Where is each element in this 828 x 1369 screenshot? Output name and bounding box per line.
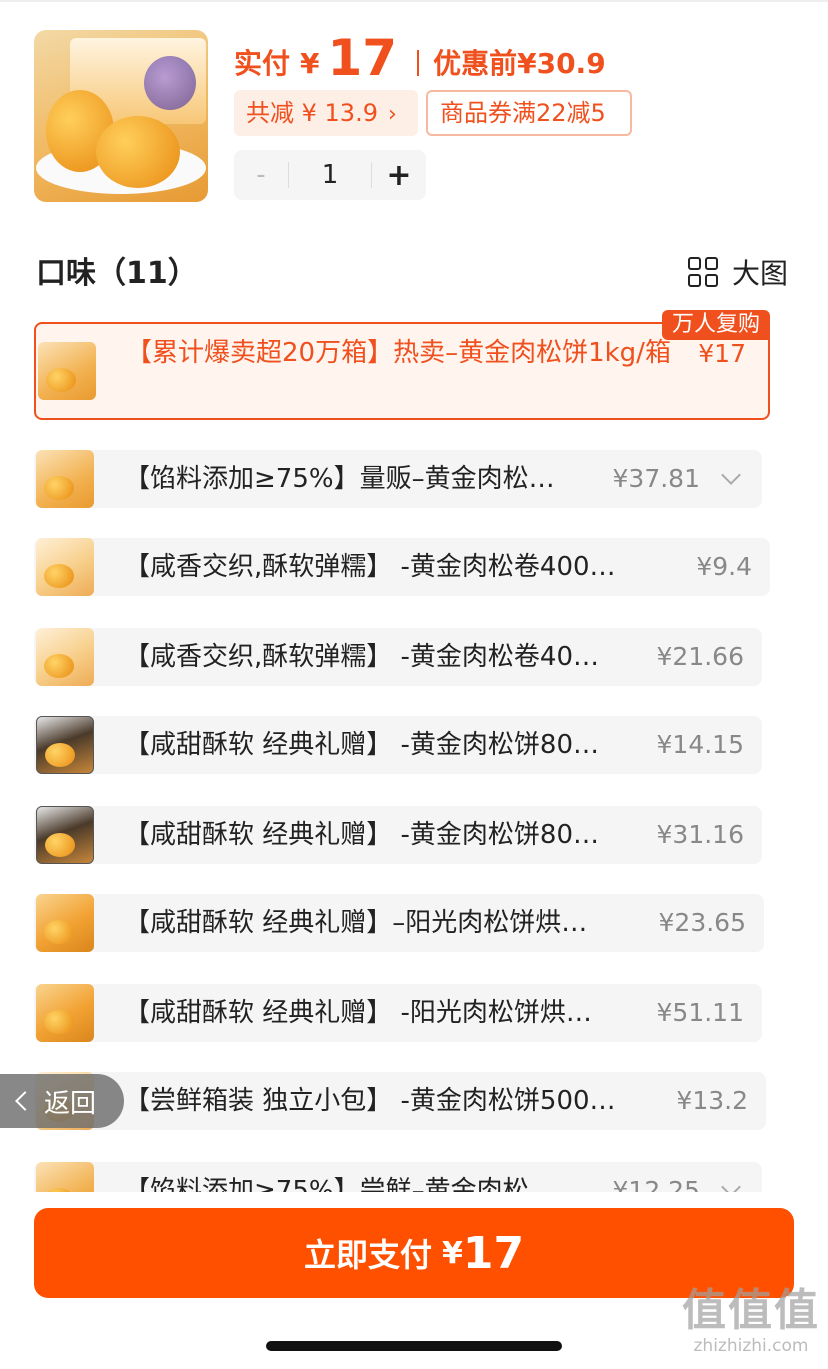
option-thumbnail bbox=[36, 450, 94, 508]
option-price: ¥31.16 bbox=[656, 820, 744, 849]
watermark-url: zhizhizhi.com bbox=[693, 1336, 809, 1356]
big-image-toggle[interactable]: 大图 bbox=[688, 252, 788, 292]
option-price: ¥13.2 bbox=[676, 1086, 748, 1115]
product-thumbnail[interactable] bbox=[34, 30, 208, 202]
option-price: ¥51.11 bbox=[656, 998, 744, 1027]
grid-icon bbox=[688, 257, 718, 287]
option-name: 【馅料添加≥75%】量贩–黄金肉松… bbox=[124, 464, 555, 494]
flavor-option[interactable]: 【咸甜酥软 经典礼赠】 -阳光肉松饼烘… ¥51.11 bbox=[34, 984, 762, 1042]
option-name: 【咸甜酥软 经典礼赠】 -黄金肉松饼80… bbox=[124, 820, 599, 850]
flavor-option[interactable]: 【馅料添加≥75%】尝鲜–黄金肉松… ¥12.25 bbox=[34, 1162, 762, 1192]
flavor-list: 【累计爆卖超20万箱】热卖–黄金肉松饼1kg/箱 ¥17 万人复购 【馅料添加≥… bbox=[0, 300, 828, 1192]
flavor-option[interactable]: 【咸甜酥软 经典礼赠】–阳光肉松饼烘… ¥23.65 bbox=[34, 894, 764, 952]
pay-label: 实付 bbox=[234, 47, 291, 80]
option-thumbnail bbox=[36, 538, 94, 596]
option-price: ¥12.25 bbox=[612, 1176, 700, 1192]
before-discount-label: 优惠前 bbox=[433, 47, 518, 80]
chevron-left-icon bbox=[15, 1091, 35, 1111]
chevron-right-icon: › bbox=[387, 102, 397, 127]
pay-now-amount: 17 bbox=[462, 1227, 525, 1279]
option-thumbnail bbox=[36, 716, 94, 774]
decrease-button[interactable]: - bbox=[234, 160, 288, 190]
quantity-value[interactable]: 1 bbox=[289, 160, 371, 190]
price-divider bbox=[417, 50, 420, 76]
increase-button[interactable]: + bbox=[372, 158, 426, 193]
option-thumbnail bbox=[36, 628, 94, 686]
pay-now-currency: ¥ bbox=[441, 1235, 463, 1271]
flavor-option[interactable]: 【咸甜酥软 经典礼赠】 -黄金肉松饼80… ¥14.15 bbox=[34, 716, 762, 774]
pay-amount: 17 bbox=[327, 29, 398, 87]
big-image-label: 大图 bbox=[732, 257, 789, 290]
cake-image bbox=[96, 116, 180, 188]
chevron-down-icon[interactable] bbox=[721, 465, 741, 485]
flavor-title: 口味（11） bbox=[36, 256, 198, 291]
price-row: 实付 ¥ 17 优惠前 ¥30.9 bbox=[234, 30, 606, 84]
total-discount-text: 共减 ¥ 13.9 bbox=[246, 99, 378, 127]
option-thumbnail bbox=[36, 806, 94, 864]
option-thumbnail bbox=[36, 984, 94, 1042]
flavor-option-selected[interactable]: 【累计爆卖超20万箱】热卖–黄金肉松饼1kg/箱 ¥17 万人复购 bbox=[34, 310, 770, 420]
before-discount-price: ¥30.9 bbox=[517, 47, 606, 80]
flavor-option[interactable]: 【尝鲜箱装 独立小包】 -黄金肉松饼500… ¥13.2 bbox=[34, 1072, 766, 1130]
option-name: 【尝鲜箱装 独立小包】 -黄金肉松饼500… bbox=[124, 1086, 616, 1116]
coupon-text: 商品券满22减5 bbox=[440, 99, 606, 127]
pay-now-button[interactable]: 立即支付 ¥ 17 bbox=[34, 1208, 794, 1298]
option-thumbnail bbox=[36, 1162, 94, 1192]
option-name: 【咸甜酥软 经典礼赠】 -黄金肉松饼80… bbox=[124, 730, 599, 760]
quantity-stepper: - 1 + bbox=[234, 150, 426, 200]
option-name: 【累计爆卖超20万箱】热卖–黄金肉松饼1kg/箱 bbox=[126, 338, 671, 368]
home-indicator[interactable] bbox=[266, 1341, 562, 1351]
option-price: ¥37.81 bbox=[612, 464, 700, 493]
option-name: 【咸甜酥软 经典礼赠】 -阳光肉松饼烘… bbox=[124, 998, 592, 1028]
option-name: 【咸甜酥软 经典礼赠】–阳光肉松饼烘… bbox=[124, 908, 588, 938]
total-discount-chip[interactable]: 共减 ¥ 13.9 › bbox=[234, 90, 418, 136]
watermark-logo: 值值值 bbox=[682, 1285, 820, 1336]
option-thumbnail bbox=[36, 894, 94, 952]
option-name: 【馅料添加≥75%】尝鲜–黄金肉松… bbox=[124, 1176, 555, 1192]
option-thumbnail bbox=[38, 342, 96, 400]
flavor-option[interactable]: 【咸香交织,酥软弹糯】 -黄金肉松卷40… ¥21.66 bbox=[34, 628, 762, 686]
option-price: ¥23.65 bbox=[658, 908, 746, 937]
flavor-option[interactable]: 【馅料添加≥75%】量贩–黄金肉松… ¥37.81 bbox=[34, 450, 762, 508]
option-name: 【咸香交织,酥软弹糯】 -黄金肉松卷400… bbox=[124, 552, 616, 582]
option-price: ¥21.66 bbox=[656, 642, 744, 671]
flavor-option[interactable]: 【咸甜酥软 经典礼赠】 -黄金肉松饼80… ¥31.16 bbox=[34, 806, 762, 864]
currency-symbol: ¥ bbox=[300, 47, 320, 80]
chevron-down-icon[interactable] bbox=[721, 1177, 741, 1192]
option-price: ¥17 bbox=[698, 339, 746, 368]
repurchase-badge: 万人复购 bbox=[661, 310, 770, 340]
option-name: 【咸香交织,酥软弹糯】 -黄金肉松卷40… bbox=[124, 642, 599, 672]
coupon-chip[interactable]: 商品券满22减5 bbox=[426, 90, 632, 136]
top-divider bbox=[0, 0, 828, 2]
pay-now-label: 立即支付 bbox=[303, 1236, 432, 1274]
flavor-option[interactable]: 【咸香交织,酥软弹糯】 -黄金肉松卷400… ¥9.4 bbox=[34, 538, 770, 596]
option-price: ¥9.4 bbox=[696, 552, 752, 581]
option-price: ¥14.15 bbox=[656, 730, 744, 759]
site-watermark: 值值值 zhizhizhi.com bbox=[678, 1285, 824, 1357]
back-button[interactable]: 返回 bbox=[0, 1074, 124, 1128]
back-label: 返回 bbox=[44, 1088, 97, 1119]
